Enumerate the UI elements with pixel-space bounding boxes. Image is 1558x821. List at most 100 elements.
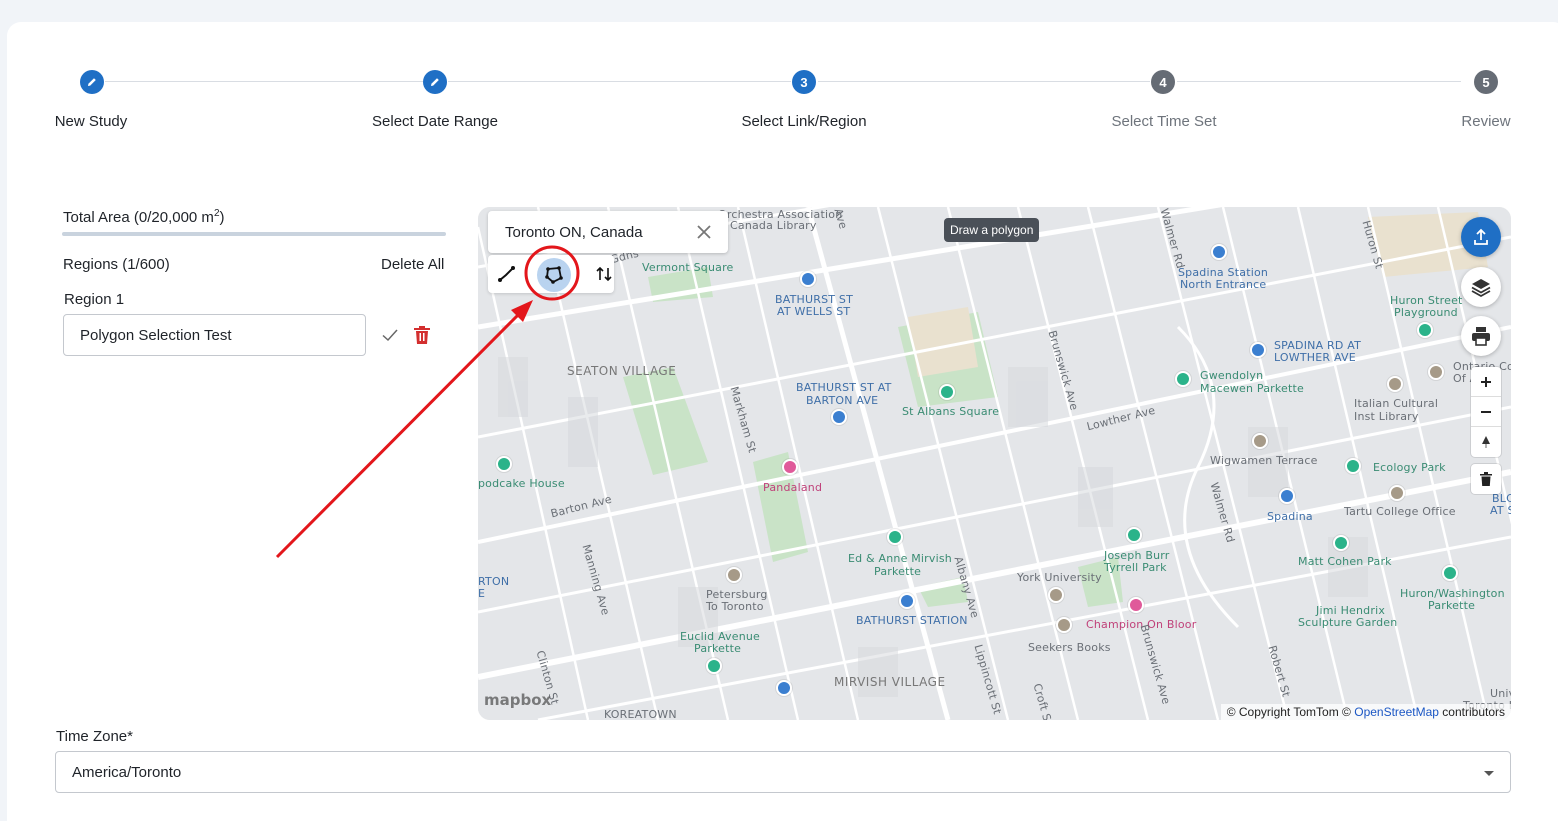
transit-stop-icon[interactable] <box>899 593 915 609</box>
delete-drawing-button[interactable] <box>1471 464 1501 494</box>
map-label: York University <box>1017 571 1102 584</box>
map-label: MIRVISH VILLAGE <box>834 675 946 689</box>
restaurant-icon[interactable] <box>726 567 742 583</box>
transit-stop-icon[interactable] <box>1211 244 1227 260</box>
compass-icon <box>1482 436 1490 448</box>
park-icon[interactable] <box>1333 535 1349 551</box>
stepper-connector <box>818 81 1150 82</box>
building-icon[interactable] <box>1389 485 1405 501</box>
park-icon[interactable] <box>496 456 512 472</box>
stepper-connector <box>1177 81 1461 82</box>
transit-stop-icon[interactable] <box>1250 342 1266 358</box>
plus-icon <box>1481 376 1491 387</box>
step-3-circle[interactable]: 3 <box>792 70 816 94</box>
map-label: Vermont Square <box>642 261 734 274</box>
regions-count: Regions (1/600) <box>63 256 170 273</box>
delete-all-button[interactable]: Delete All <box>381 256 444 273</box>
map-label: Seekers Books <box>1028 641 1111 654</box>
shop-icon[interactable] <box>1128 597 1144 613</box>
transit-stop-icon[interactable] <box>1279 488 1295 504</box>
step-5-circle[interactable]: 5 <box>1474 70 1498 94</box>
pencil-icon <box>431 78 439 86</box>
library-icon[interactable] <box>1056 617 1072 633</box>
print-button[interactable] <box>1461 316 1501 356</box>
trash-icon <box>1480 472 1492 486</box>
map-label: Parkette <box>1428 599 1476 612</box>
stepper-connector <box>448 81 791 82</box>
park-icon[interactable] <box>1442 565 1458 581</box>
swap-arrows-icon <box>596 266 612 282</box>
draw-polygon-tooltip: Draw a polygon <box>944 218 1040 242</box>
map-label: Wigwamen Terrace <box>1210 454 1318 467</box>
transit-stop-icon[interactable] <box>831 409 847 425</box>
map-label: Inst Library <box>1354 410 1419 423</box>
library-icon[interactable] <box>1387 376 1403 392</box>
transit-stop-icon[interactable] <box>776 680 792 696</box>
map-label: Parkette <box>694 642 742 655</box>
map-label: Spadina <box>1267 510 1313 523</box>
map-label: Ed & Anne Mirvish <box>848 552 952 565</box>
compass-button[interactable] <box>1471 427 1501 457</box>
map-search-input[interactable]: Toronto ON, Canada <box>505 224 643 241</box>
step-2-circle[interactable] <box>423 70 447 94</box>
total-area-label: Total Area (0/20,000 m2) <box>63 208 225 226</box>
openstreetmap-link[interactable]: OpenStreetMap <box>1354 705 1439 719</box>
check-icon[interactable] <box>381 326 399 344</box>
map-label: LOWTHER AVE <box>1274 351 1356 364</box>
step-4-circle[interactable]: 4 <box>1151 70 1175 94</box>
swap-tool[interactable] <box>590 260 618 288</box>
map-label: Canada Library <box>730 219 817 232</box>
trash-icon[interactable] <box>413 325 431 345</box>
time-zone-value: America/Toronto <box>72 764 182 781</box>
park-icon[interactable] <box>887 529 903 545</box>
map-label: AT WELLS ST <box>777 305 851 318</box>
map-view[interactable]: Orchestra Association Canada Library Gdn… <box>478 207 1511 720</box>
park-icon[interactable] <box>1417 322 1433 338</box>
zoom-in-button[interactable] <box>1471 367 1501 397</box>
draw-line-tool[interactable] <box>493 260 521 288</box>
time-zone-select[interactable]: America/Toronto <box>55 751 1511 793</box>
map-attribution: © Copyright TomTom © OpenStreetMap contr… <box>1220 704 1511 720</box>
layers-button[interactable] <box>1461 267 1501 307</box>
zoom-out-button[interactable] <box>1471 397 1501 427</box>
minus-icon <box>1481 410 1491 413</box>
park-icon[interactable] <box>939 384 955 400</box>
park-icon[interactable] <box>1345 458 1361 474</box>
map-label: Tartu College Office <box>1344 505 1456 518</box>
building-icon[interactable] <box>1428 364 1444 380</box>
park-icon[interactable] <box>1175 371 1191 387</box>
map-label: BATHURST STATION <box>856 614 968 627</box>
map-label: KOREATOWN <box>604 708 677 720</box>
step-5-label: Review <box>1461 113 1511 130</box>
draw-polygon-tool[interactable] <box>537 258 571 292</box>
step-1-circle[interactable] <box>80 70 104 94</box>
layers-icon <box>1471 279 1491 298</box>
mapbox-logo[interactable]: mapbox <box>484 691 551 709</box>
school-icon[interactable] <box>1048 587 1064 603</box>
map-label: Sculpture Garden <box>1298 616 1398 629</box>
park-icon[interactable] <box>706 658 722 674</box>
shop-icon[interactable] <box>782 459 798 475</box>
close-icon[interactable] <box>696 224 712 240</box>
map-search-box[interactable]: Toronto ON, Canada <box>488 211 728 253</box>
map-label: Italian Cultural <box>1354 397 1439 410</box>
map-label: Ecology Park <box>1373 461 1446 474</box>
step-3-label: Select Link/Region <box>741 113 867 130</box>
region-label: Region 1 <box>64 291 125 308</box>
map-label: Pandaland <box>763 481 823 494</box>
building-icon[interactable] <box>1252 433 1268 449</box>
transit-stop-icon[interactable] <box>800 271 816 287</box>
map-label: To Toronto <box>706 600 764 613</box>
map-label: Parkette <box>874 565 922 578</box>
park-icon[interactable] <box>1126 527 1142 543</box>
upload-button[interactable] <box>1461 217 1501 257</box>
print-icon <box>1472 327 1490 346</box>
chevron-down-icon[interactable] <box>1484 771 1494 776</box>
map-label: Tyrrell Park <box>1104 561 1167 574</box>
region-name-input[interactable] <box>63 314 366 356</box>
map-label: Matt Cohen Park <box>1298 555 1392 568</box>
stepper-connector <box>105 81 423 82</box>
map-label: Macewen Parkette <box>1200 382 1305 395</box>
line-tool-icon <box>498 266 515 282</box>
map-label: BATHURST ST AT <box>796 381 892 394</box>
